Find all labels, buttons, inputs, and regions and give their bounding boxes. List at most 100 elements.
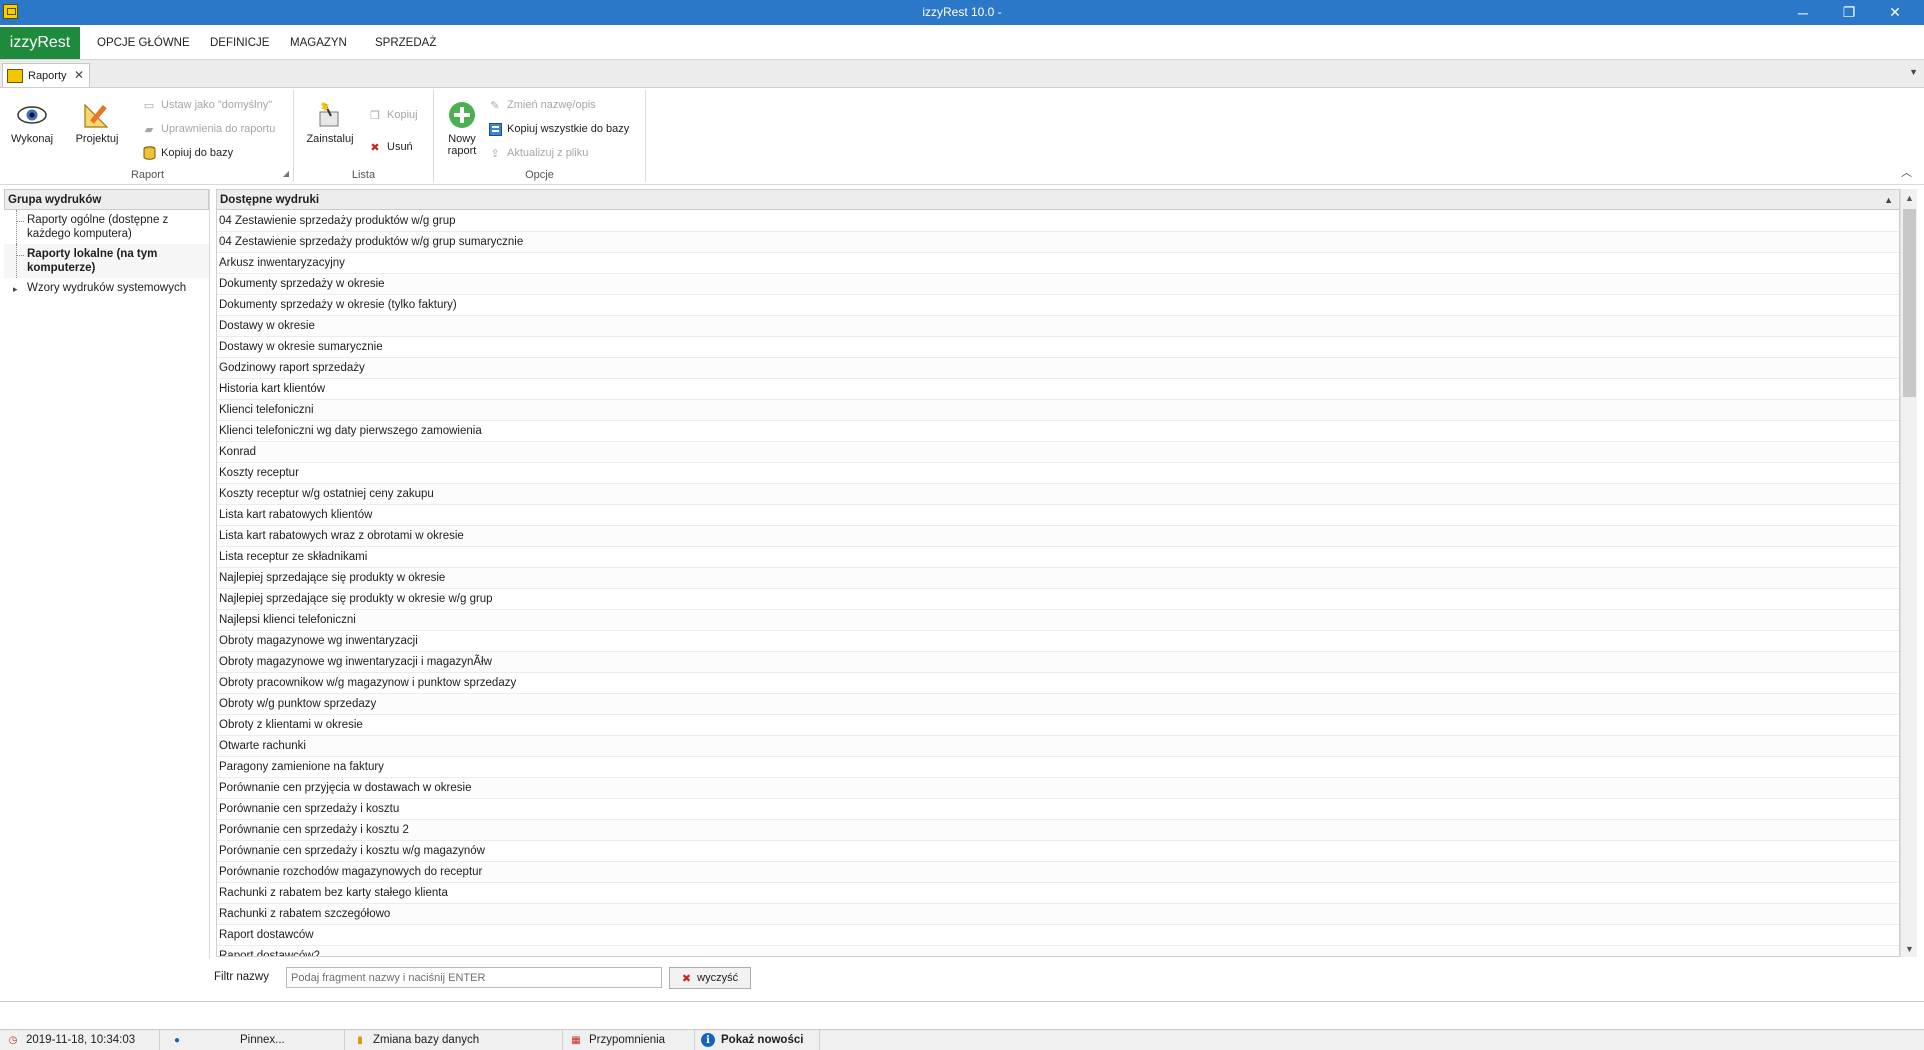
tab-close-icon[interactable]: ✕ xyxy=(74,68,84,82)
design-pencil-icon xyxy=(81,100,113,130)
ribbon-group-opcje-label: Opcje xyxy=(525,169,554,181)
reports-list: Dostępne wydruki ▲ 04 Zestawienie sprzed… xyxy=(216,189,1900,957)
report-row[interactable]: Porównanie cen sprzedaży i kosztu 2 xyxy=(217,820,1899,841)
document-tab-strip: Raporty ✕ ▼ xyxy=(0,59,1924,88)
report-row[interactable]: Otwarte rachunki xyxy=(217,736,1899,757)
window-title: izzyRest 10.0 - xyxy=(922,5,1002,19)
report-row[interactable]: Klienci telefoniczni wg daty pierwszego … xyxy=(217,421,1899,442)
status-db-change[interactable]: ▮ Zmiana bazy danych xyxy=(345,1030,563,1050)
report-row[interactable]: Porównanie cen przyjęcia w dostawach w o… xyxy=(217,778,1899,799)
close-button[interactable]: ✕ xyxy=(1872,0,1918,25)
tab-list-dropdown-icon[interactable]: ▼ xyxy=(1909,67,1918,77)
report-row[interactable]: Obroty pracownikow w/g magazynow i punkt… xyxy=(217,673,1899,694)
collapse-ribbon-icon[interactable]: ︿ xyxy=(1901,164,1912,180)
user-icon: ● xyxy=(173,1034,181,1046)
uprawnienia-button[interactable]: ▰ Uprawnienia do raportu xyxy=(142,120,276,138)
zainstaluj-button[interactable]: Zainstaluj xyxy=(302,100,358,145)
report-row[interactable]: Najlepsi klienci telefoniczni xyxy=(217,610,1899,631)
menu-opcje-glowne[interactable]: OPCJE GŁÓWNE xyxy=(97,37,190,49)
expand-arrow-icon[interactable]: ▸ xyxy=(13,282,18,296)
kopiuj-wszystkie-button[interactable]: Kopiuj wszystkie do bazy xyxy=(488,120,629,138)
vertical-scrollbar[interactable]: ▲ ▼ xyxy=(1900,189,1917,957)
zmien-nazwe-button[interactable]: ✎ Zmień nazwę/opis xyxy=(488,96,596,114)
report-row[interactable]: Godzinowy raport sprzedaży xyxy=(217,358,1899,379)
default-icon: ▭ xyxy=(143,99,155,112)
maximize-button[interactable]: ❐ xyxy=(1826,0,1872,25)
report-row[interactable]: Dokumenty sprzedaży w okresie xyxy=(217,274,1899,295)
clear-filter-button[interactable]: ✖ wyczyść xyxy=(669,967,751,989)
scroll-up-icon[interactable]: ▲ xyxy=(1901,189,1918,206)
kopiuj-do-bazy-label: Kopiuj do bazy xyxy=(161,147,234,159)
projektuj-button[interactable]: Projektuj xyxy=(68,100,126,145)
kopiuj-do-bazy-button[interactable]: Kopiuj do bazy xyxy=(142,144,233,162)
report-row[interactable]: Obroty z klientami w okresie xyxy=(217,715,1899,736)
report-row[interactable]: Dostawy w okresie sumarycznie xyxy=(217,337,1899,358)
report-row[interactable]: Najlepiej sprzedające się produkty w okr… xyxy=(217,568,1899,589)
status-user-label: Pinnex... xyxy=(240,1034,285,1046)
ustaw-domyslny-button[interactable]: ▭ Ustaw jako "domyślny" xyxy=(142,96,272,114)
tree-item-raporty-ogolne[interactable]: Raporty ogólne (dostępne z każdego kompu… xyxy=(4,210,209,244)
report-row[interactable]: Dokumenty sprzedaży w okresie (tylko fak… xyxy=(217,295,1899,316)
report-row[interactable]: Porównanie cen sprzedaży i kosztu w/g ma… xyxy=(217,841,1899,862)
ribbon: Wykonaj Projektuj ▭ Ustaw jako "domyślny… xyxy=(0,88,1924,185)
tree-item-raporty-lokalne[interactable]: Raporty lokalne (na tym komputerze) xyxy=(4,244,209,278)
report-row[interactable]: Dostawy w okresie xyxy=(217,316,1899,337)
update-file-icon: ⇪ xyxy=(490,147,500,160)
report-row[interactable]: Obroty magazynowe wg inwentaryzacji xyxy=(217,631,1899,652)
report-row[interactable]: Najlepiej sprzedające się produkty w okr… xyxy=(217,589,1899,610)
copy-all-icon xyxy=(488,122,502,136)
status-reminders[interactable]: ▦ Przypomnienia xyxy=(563,1030,695,1050)
usun-button[interactable]: ✖ Usuń xyxy=(368,138,412,156)
report-row[interactable]: Lista kart rabatowych wraz z obrotami w … xyxy=(217,526,1899,547)
status-news[interactable]: i Pokaż nowości xyxy=(695,1030,820,1050)
nowy-raport-button[interactable]: Nowy raport xyxy=(442,100,482,157)
reports-list-header[interactable]: Dostępne wydruki ▲ xyxy=(217,190,1899,210)
menu-magazyn[interactable]: MAGAZYN xyxy=(290,37,347,49)
scrollbar-thumb[interactable] xyxy=(1903,209,1916,397)
report-row[interactable]: Porównanie rozchodów magazynowych do rec… xyxy=(217,862,1899,883)
aktualizuj-button[interactable]: ⇪ Aktualizuj z pliku xyxy=(488,144,588,162)
database-copy-icon xyxy=(142,146,156,160)
minimize-button[interactable]: ─ xyxy=(1780,0,1826,25)
scroll-down-icon[interactable]: ▼ xyxy=(1901,940,1918,957)
menu-sprzedaz[interactable]: SPRZEDAŻ xyxy=(375,37,436,49)
brand-menu[interactable]: izzyRest xyxy=(0,27,80,59)
report-row[interactable]: Rachunki z rabatem szczegółowo xyxy=(217,904,1899,925)
report-row[interactable]: Koszty receptur xyxy=(217,463,1899,484)
report-row[interactable]: Obroty w/g punktow sprzedazy xyxy=(217,694,1899,715)
tree-line xyxy=(16,244,17,278)
status-db-change-label: Zmiana bazy danych xyxy=(373,1034,480,1046)
report-row[interactable]: 04 Zestawienie sprzedaży produktów w/g g… xyxy=(217,211,1899,232)
wykonaj-button[interactable]: Wykonaj xyxy=(8,100,56,145)
report-row[interactable]: Raport dostawców2 xyxy=(217,946,1899,956)
report-row[interactable]: Porównanie cen sprzedaży i kosztu xyxy=(217,799,1899,820)
report-row[interactable]: Klienci telefoniczni xyxy=(217,400,1899,421)
status-user[interactable]: ● Pinnex... xyxy=(160,1030,345,1050)
dialog-launcher-icon[interactable]: ◢ xyxy=(283,169,289,178)
report-row[interactable]: Arkusz inwentaryzacyjny xyxy=(217,253,1899,274)
filter-input[interactable] xyxy=(286,967,662,988)
groups-panel: Grupa wydruków Raporty ogólne (dostępne … xyxy=(4,189,210,959)
report-row[interactable]: Konrad xyxy=(217,442,1899,463)
report-row[interactable]: Koszty receptur w/g ostatniej ceny zakup… xyxy=(217,484,1899,505)
filter-label: Filtr nazwy xyxy=(214,971,269,983)
zainstaluj-label: Zainstaluj xyxy=(306,133,354,145)
report-row[interactable]: Lista receptur ze składnikami xyxy=(217,547,1899,568)
report-row[interactable]: Rachunki z rabatem bez karty stałego kli… xyxy=(217,883,1899,904)
report-row[interactable]: Paragony zamienione na faktury xyxy=(217,757,1899,778)
database-icon: ▮ xyxy=(357,1034,363,1046)
zmien-nazwe-label: Zmień nazwę/opis xyxy=(507,99,596,111)
tab-raporty[interactable]: Raporty ✕ xyxy=(2,63,90,87)
menu-definicje[interactable]: DEFINICJE xyxy=(210,37,269,49)
filter-bar: Filtr nazwy ✖ wyczyść xyxy=(0,962,1924,994)
report-row[interactable]: Obroty magazynowe wg inwentaryzacji i ma… xyxy=(217,652,1899,673)
report-row[interactable]: Lista kart rabatowych klientów xyxy=(217,505,1899,526)
tree-line xyxy=(16,210,17,244)
copy-icon: ❐ xyxy=(370,109,380,122)
reports-rows: 04 Zestawienie sprzedaży produktów w/g g… xyxy=(217,211,1899,956)
tree-item-wzory-wydrukow[interactable]: ▸ Wzory wydruków systemowych xyxy=(4,278,209,298)
kopiuj-button[interactable]: ❐ Kopiuj xyxy=(368,106,418,124)
report-row[interactable]: Raport dostawców xyxy=(217,925,1899,946)
report-row[interactable]: 04 Zestawienie sprzedaży produktów w/g g… xyxy=(217,232,1899,253)
report-row[interactable]: Historia kart klientów xyxy=(217,379,1899,400)
